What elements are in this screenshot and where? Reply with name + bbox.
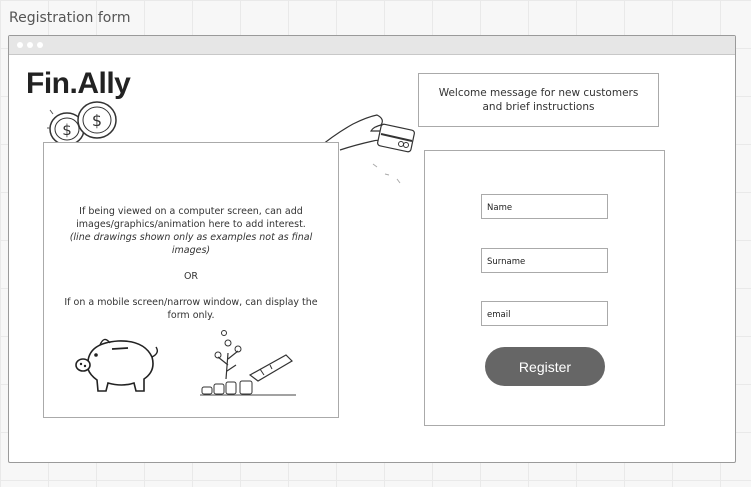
register-button[interactable]: Register: [485, 347, 605, 386]
window-dot-icon[interactable]: [37, 42, 43, 48]
panel-instructions: If being viewed on a computer screen, ca…: [56, 205, 326, 322]
registration-form: Name Surname email Register: [424, 150, 665, 426]
window-titlebar: [9, 36, 735, 55]
piggy-bank-icon: [75, 338, 159, 392]
svg-text:$: $: [62, 121, 72, 139]
desktop-note: If being viewed on a computer screen, ca…: [76, 206, 306, 230]
mobile-note: If on a mobile screen/narrow window, can…: [64, 297, 318, 321]
email-field[interactable]: email: [481, 301, 608, 326]
coins-icon: $ $: [47, 101, 117, 146]
frame-title: Registration form: [9, 10, 131, 26]
drawing-disclaimer: (line drawings shown only as examples no…: [69, 232, 313, 256]
growing-money-icon: [200, 330, 296, 396]
welcome-message: Welcome message for new customers and br…: [418, 73, 659, 127]
svg-text:$: $: [92, 111, 102, 130]
browser-window: Fin.Ally $ $ If being viewed on a comput…: [8, 35, 736, 463]
illustration-panel: If being viewed on a computer screen, ca…: [43, 142, 339, 418]
window-dot-icon[interactable]: [17, 42, 23, 48]
app-logo: Fin.Ally: [26, 67, 131, 100]
or-separator: OR: [183, 271, 199, 282]
surname-field[interactable]: Surname: [481, 248, 608, 273]
window-dot-icon[interactable]: [27, 42, 33, 48]
name-field[interactable]: Name: [481, 194, 608, 219]
